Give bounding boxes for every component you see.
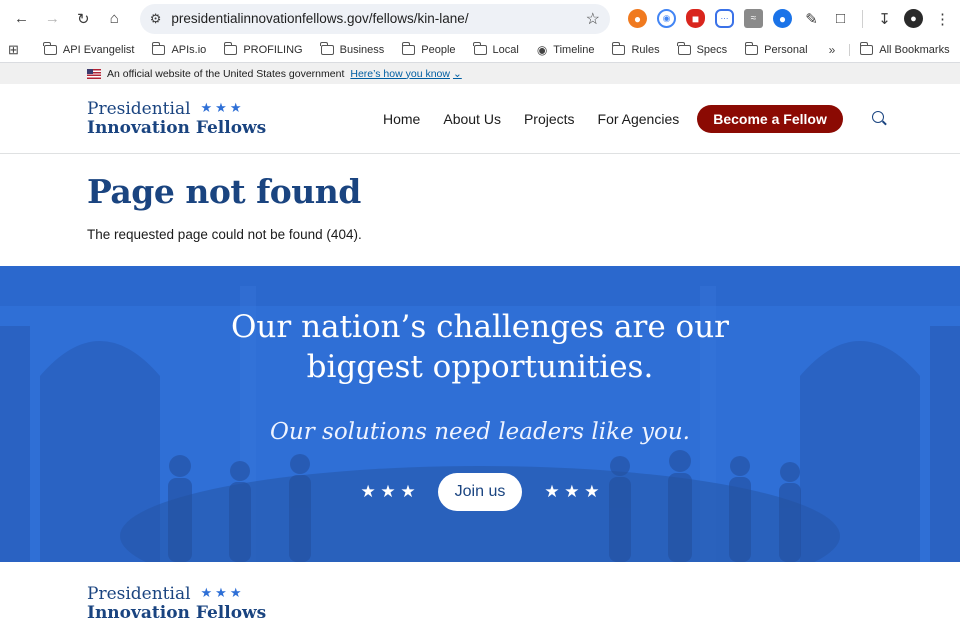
bookmark-rules[interactable]: Rules	[605, 41, 666, 56]
footer-logo-stars-icon: ★★★	[200, 586, 245, 602]
folder-icon	[611, 41, 626, 55]
bookmark-label: Specs	[696, 43, 728, 56]
bookmark-personal[interactable]: Personal	[738, 41, 814, 56]
folder-icon	[151, 41, 166, 55]
folder-icon	[677, 41, 691, 55]
bookmark-label: Rules	[631, 43, 660, 56]
hero-banner: Our nation’s challenges are our biggest …	[0, 266, 960, 562]
gov-banner-link[interactable]: Here’s how you know ⌄	[350, 68, 461, 80]
gov-banner-link-label: Here’s how you know	[350, 67, 450, 80]
not-found-section: Page not found The requested page could …	[0, 154, 960, 266]
bookmark-label: API Evangelist	[62, 43, 135, 56]
browser-toolbar: ← → ↻ ⌂ ⚙ presidentialinnovationfellows.…	[0, 0, 960, 37]
bookmark-api-evangelist[interactable]: API Evangelist	[37, 41, 142, 56]
not-found-message: The requested page could not be found (4…	[87, 227, 362, 242]
puzzle-extensions-icon[interactable]: □	[831, 9, 850, 28]
forward-icon[interactable]: →	[39, 5, 66, 33]
footer-logo[interactable]: Presidential ★★★ Innovation Fellows	[87, 585, 960, 622]
gov-banner-text: An official website of the United States…	[107, 67, 345, 80]
folder-icon	[223, 41, 238, 55]
hero-title: Our nation’s challenges are our biggest …	[231, 307, 729, 387]
site-info-icon[interactable]: ⚙	[150, 11, 162, 27]
folder-icon	[473, 41, 487, 55]
nav-for-agencies[interactable]: For Agencies	[598, 111, 680, 127]
hero-cta-row: ★ ★ ★ Join us ★ ★ ★	[360, 473, 600, 511]
bookmark-label: APIs.io	[171, 43, 207, 56]
extension-ring-icon[interactable]: ◉	[657, 9, 676, 28]
us-flag-icon	[87, 68, 101, 79]
footer-logo-line1: Presidential	[87, 584, 191, 604]
site-footer: Presidential ★★★ Innovation Fellows	[0, 562, 960, 643]
logo-line1: Presidential	[87, 98, 191, 119]
nav-home[interactable]: Home	[383, 111, 420, 127]
profile-avatar-icon[interactable]: ●	[904, 9, 923, 28]
back-icon[interactable]: ←	[8, 5, 35, 33]
main-nav: Home About Us Projects For Agencies Beco…	[383, 84, 888, 154]
extension-orange-icon[interactable]: ●	[628, 9, 647, 28]
bookmark-label: Timeline	[553, 43, 595, 56]
hero-title-line1: Our nation’s challenges are our	[231, 309, 729, 345]
bookmark-star-icon[interactable]: ☆	[586, 9, 600, 29]
chevron-down-icon: ⌄	[452, 67, 462, 80]
site-header: Presidential ★★★ Innovation Fellows Home …	[0, 84, 960, 154]
bookmark-local[interactable]: Local	[467, 41, 526, 56]
url-text[interactable]: presidentialinnovationfellows.gov/fellow…	[171, 11, 575, 26]
folder-icon	[859, 41, 874, 55]
nav-about-us[interactable]: About Us	[443, 111, 501, 127]
folder-icon	[744, 41, 759, 55]
search-icon[interactable]	[871, 111, 888, 127]
all-bookmarks[interactable]: All Bookmarks	[849, 41, 956, 56]
join-us-button[interactable]: Join us	[437, 473, 523, 511]
eyedropper-icon[interactable]: ✎	[802, 9, 821, 28]
reload-icon[interactable]: ↻	[70, 5, 97, 33]
footer-logo-line2: Innovation Fellows	[87, 602, 267, 623]
globe-icon: ◉	[536, 42, 548, 57]
stars-left-icon: ★ ★ ★	[360, 482, 416, 501]
extensions-area: ● ◉ ■ ⋯ ≈ ● ✎ □ ↧ ● ⋮	[628, 9, 952, 28]
bookmark-profiling[interactable]: PROFILING	[217, 41, 309, 56]
menu-kebab-icon[interactable]: ⋮	[933, 9, 952, 28]
apps-grid-icon[interactable]: ⊞	[8, 42, 19, 58]
bookmark-people[interactable]: People	[395, 41, 462, 56]
all-bookmarks-label: All Bookmarks	[879, 43, 950, 56]
extension-chat-icon[interactable]: ⋯	[715, 9, 734, 28]
bookmark-label: People	[421, 43, 456, 56]
folder-icon	[401, 41, 416, 55]
hero-content: Our nation’s challenges are our biggest …	[0, 266, 960, 562]
extension-circle-icon[interactable]: ●	[773, 9, 792, 28]
address-bar[interactable]: ⚙ presidentialinnovationfellows.gov/fell…	[139, 3, 610, 34]
hero-subtitle: Our solutions need leaders like you.	[270, 419, 690, 445]
gov-banner: An official website of the United States…	[0, 63, 960, 84]
stars-right-icon: ★ ★ ★	[544, 482, 600, 501]
bookmark-label: Business	[339, 43, 385, 56]
folder-icon	[43, 41, 57, 55]
download-icon[interactable]: ↧	[875, 9, 894, 28]
bookmark-business[interactable]: Business	[314, 41, 392, 56]
bookmark-label: PROFILING	[243, 43, 303, 56]
page-title: Page not found	[87, 172, 361, 211]
bookmark-timeline[interactable]: ◉ Timeline	[530, 43, 602, 57]
bookmark-specs[interactable]: Specs	[671, 41, 735, 56]
folder-icon	[320, 41, 334, 55]
extension-red-icon[interactable]: ■	[686, 9, 705, 28]
bookmark-apis-io[interactable]: APIs.io	[145, 41, 213, 56]
site-logo[interactable]: Presidential ★★★ Innovation Fellows	[87, 100, 266, 137]
toolbar-divider	[862, 9, 863, 28]
extension-rss-icon[interactable]: ≈	[744, 9, 763, 28]
nav-projects[interactable]: Projects	[524, 111, 575, 127]
logo-stars-icon: ★★★	[200, 101, 245, 116]
become-fellow-button[interactable]: Become a Fellow	[697, 105, 843, 133]
hero-title-line2: biggest opportunities.	[306, 349, 654, 385]
bookmarks-bar: ⊞ API Evangelist APIs.io PROFILING Busin…	[0, 37, 960, 63]
logo-line2: Innovation Fellows	[87, 117, 267, 138]
home-icon[interactable]: ⌂	[101, 5, 128, 33]
bookmark-label: Local	[492, 43, 519, 56]
more-bookmarks-chevron-icon[interactable]: »	[819, 43, 846, 57]
bookmark-label: Personal	[764, 43, 808, 56]
